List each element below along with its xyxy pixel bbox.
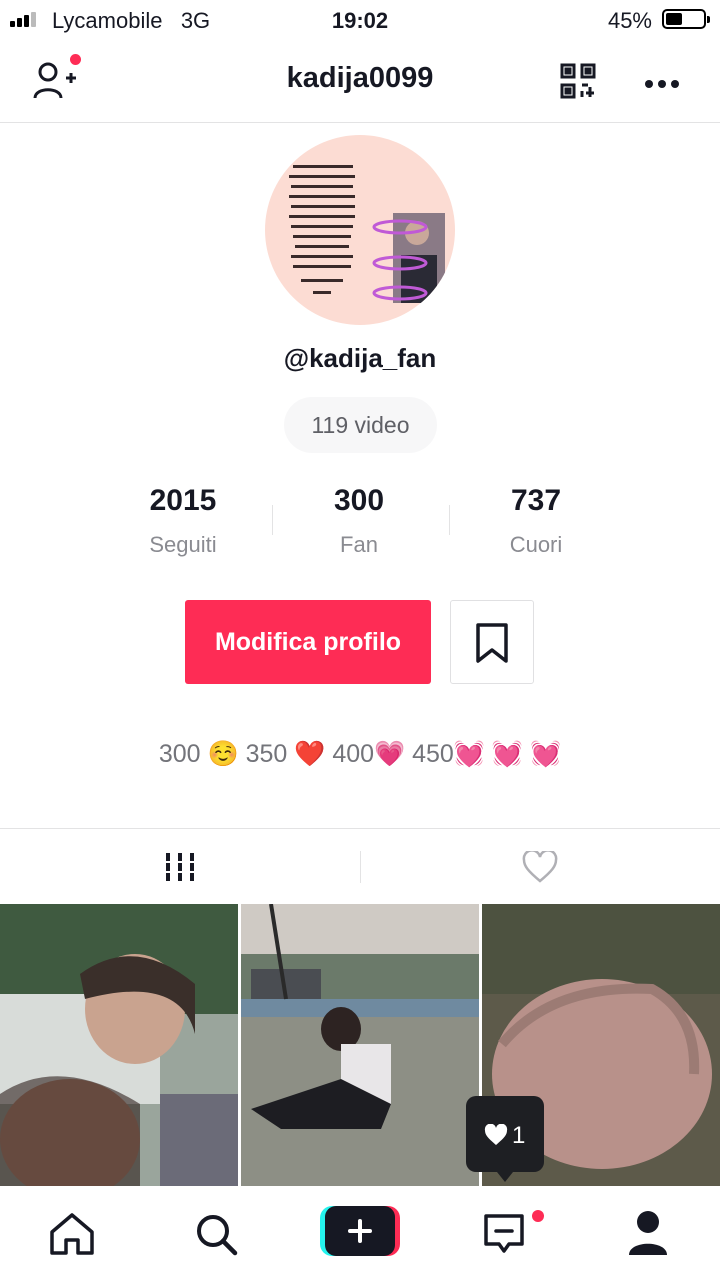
profile-handle: @kadija_fan [283, 343, 437, 373]
profile-icon[interactable] [628, 1210, 668, 1256]
more-horizontal-icon[interactable] [644, 76, 680, 88]
heart-icon [484, 1124, 508, 1145]
stat-value: 300 [333, 484, 385, 517]
notification-dot [532, 1210, 544, 1222]
battery-icon [662, 9, 710, 29]
profile-header: kadija0099 [0, 40, 720, 123]
videos-count-badge[interactable]: 119 video [284, 397, 437, 453]
bookmark-icon [476, 623, 508, 663]
qr-code-icon[interactable] [560, 63, 596, 99]
profile-bio: 300 ☺️ 350 ❤️ 400💗 450💓 💓 💓 [158, 740, 562, 768]
inbox-icon[interactable] [482, 1210, 544, 1256]
like-count-tooltip: 1 [466, 1096, 544, 1182]
home-icon[interactable] [48, 1212, 96, 1256]
heart-outline-icon[interactable] [522, 849, 558, 883]
stat-value: 2015 [149, 484, 217, 517]
bottom-navigation [0, 1186, 720, 1280]
grid-icon[interactable] [164, 851, 196, 883]
divider [360, 851, 361, 883]
content-tabs [0, 828, 720, 905]
stat-following[interactable]: 2015 Seguiti [93, 484, 273, 558]
create-button[interactable] [320, 1206, 400, 1256]
status-bar: Lycamobile 3G 19:02 45% [0, 0, 720, 40]
stat-label: Cuori [509, 532, 563, 557]
like-count: 1 [512, 1122, 526, 1149]
create-icon [320, 1206, 400, 1256]
stat-label: Seguiti [149, 532, 217, 557]
video-thumbnail[interactable] [0, 904, 238, 1186]
edit-profile-button[interactable]: Modifica profilo [185, 600, 431, 684]
search-icon[interactable] [194, 1212, 238, 1256]
battery-percent: 45% [607, 8, 652, 33]
stat-label: Fan [340, 532, 378, 557]
favorites-button[interactable] [450, 600, 534, 684]
stat-hearts[interactable]: 737 Cuori [446, 484, 626, 558]
page-title: kadija0099 [286, 62, 434, 94]
video-thumbnail[interactable] [241, 904, 479, 1186]
stat-fans[interactable]: 300 Fan [269, 484, 449, 558]
stat-value: 737 [510, 484, 562, 517]
avatar[interactable] [265, 135, 455, 325]
